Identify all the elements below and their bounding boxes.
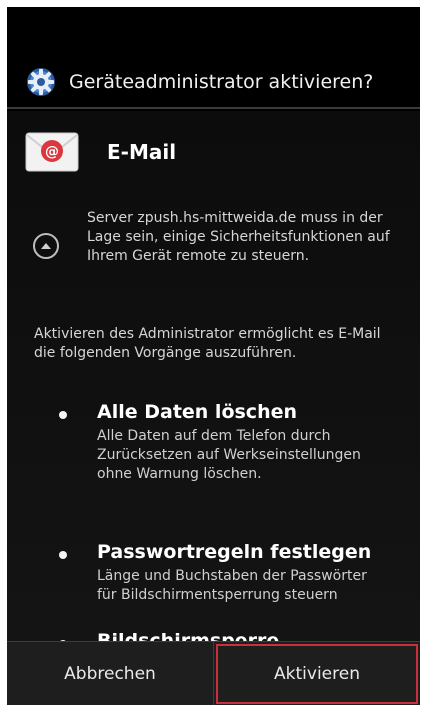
permission-title: Bildschirmsperre: [97, 630, 280, 641]
activate-button[interactable]: Aktivieren: [214, 642, 420, 705]
app-name: E-Mail: [107, 140, 177, 164]
bullet-icon: [59, 411, 67, 419]
svg-text:@: @: [45, 144, 59, 160]
email-app-icon: @: [25, 132, 79, 172]
dialog-title-bar: Geräteadministrator aktivieren?: [7, 57, 420, 109]
dialog-button-bar: Abbrechen Aktivieren: [7, 641, 420, 705]
expand-circle-icon[interactable]: [33, 233, 59, 259]
permission-title: Passwortregeln festlegen: [97, 541, 372, 563]
server-notice-text: Server zpush.hs-mittweida.de muss in der…: [87, 210, 390, 264]
dialog-content[interactable]: @ E-Mail Server zpush.hs-mittweida.de mu…: [7, 111, 420, 641]
intro-text: Aktivieren des Administrator ermöglicht …: [34, 326, 381, 361]
permission-description: Alle Daten auf dem Telefon durch Zurücks…: [97, 428, 361, 482]
cancel-button[interactable]: Abbrechen: [7, 642, 214, 705]
app-header: @ E-Mail: [25, 131, 176, 173]
device-screen: Geräteadministrator aktivieren? @ E-Mail…: [7, 7, 420, 705]
permission-description: Länge und Buchstaben der Passwörter für …: [97, 568, 367, 603]
bullet-icon: [59, 551, 67, 559]
dialog-title: Geräteadministrator aktivieren?: [69, 71, 374, 93]
permission-title: Alle Daten löschen: [97, 401, 298, 423]
settings-gear-icon: [27, 68, 55, 96]
